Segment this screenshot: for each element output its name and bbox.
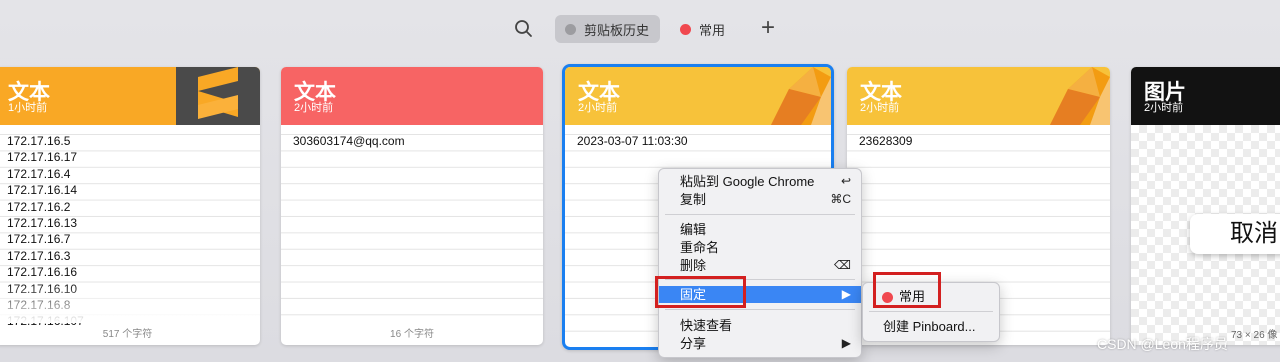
search-icon[interactable] <box>512 18 536 40</box>
card-body: 303603174@qq.com <box>281 125 543 323</box>
submenu-item-create-pinboard[interactable]: 创建 Pinboard... <box>863 318 999 335</box>
card-time: 1小时前 <box>8 102 48 114</box>
tab-common[interactable]: 常用 <box>670 15 740 43</box>
menu-item-paste[interactable]: 粘贴到 Google Chrome ↩ <box>659 173 861 190</box>
card-footer: 517 个字符 <box>102 329 153 340</box>
chrome-icon <box>1020 67 1110 125</box>
menu-item-label: 复制 <box>680 192 707 207</box>
image-dimensions: 73 × 26 像 <box>1231 330 1278 341</box>
card-footer: 16 个字符 <box>390 329 434 340</box>
menu-item-quick-look[interactable]: 快速查看 <box>659 317 861 334</box>
menu-item-label: 删除 <box>680 258 707 273</box>
menu-separator <box>665 309 855 310</box>
menu-item-rename[interactable]: 重命名 <box>659 239 861 256</box>
menu-item-label: 重命名 <box>680 240 720 255</box>
menu-item-delete[interactable]: 删除 ⌫ <box>659 257 861 274</box>
card-header: 图片 2小时前 <box>1131 67 1280 125</box>
delete-key-icon: ⌫ <box>834 258 851 272</box>
watermark: CSDN @Leon程序员 <box>1097 336 1228 352</box>
card-time: 2小时前 <box>1144 102 1184 114</box>
card-header: 文本 1小时前 <box>0 67 260 125</box>
context-menu: 粘贴到 Google Chrome ↩ 复制 ⌘C 编辑 重命名 删除 ⌫ 固定… <box>658 168 862 358</box>
clip-card-image[interactable]: 图片 2小时前 <box>1131 67 1280 345</box>
sublime-text-icon <box>176 67 260 125</box>
image-preview-cancel-button: 取消 <box>1190 214 1280 254</box>
chevron-right-icon: ▶ <box>841 287 851 301</box>
toolbar: 剪贴板历史 常用 + <box>0 15 1280 43</box>
menu-item-label: 粘贴到 Google Chrome <box>680 174 815 189</box>
fade-overlay <box>0 283 260 323</box>
shortcut-label: ⌘C <box>830 192 851 206</box>
tab-label: 剪贴板历史 <box>584 22 650 38</box>
submenu-item-label: 创建 Pinboard... <box>883 319 976 334</box>
menu-item-edit[interactable]: 编辑 <box>659 221 861 238</box>
card-header: 文本 2小时前 <box>281 67 543 125</box>
chevron-right-icon: ▶ <box>841 336 851 350</box>
menu-separator <box>665 214 855 215</box>
return-icon: ↩ <box>840 174 851 188</box>
card-time: 2小时前 <box>860 102 900 114</box>
menu-item-label: 编辑 <box>680 222 707 237</box>
card-time: 2小时前 <box>578 102 618 114</box>
menu-item-label: 分享 <box>680 336 707 351</box>
tab-dot-icon <box>565 23 576 35</box>
card-time: 2小时前 <box>294 102 334 114</box>
card-header: 文本 2小时前 <box>565 67 831 125</box>
card-content: 2023-03-07 11:03:30 <box>577 134 688 148</box>
menu-item-label: 快速查看 <box>680 318 733 333</box>
card-content: 23628309 <box>859 134 913 148</box>
menu-separator <box>869 311 993 312</box>
tab-dot-icon <box>680 23 691 35</box>
card-content: 303603174@qq.com <box>293 134 405 148</box>
chrome-icon <box>741 67 831 125</box>
plus-icon[interactable]: + <box>757 16 779 40</box>
tab-label: 常用 <box>699 22 726 38</box>
menu-item-share[interactable]: 分享 ▶ <box>659 335 861 352</box>
clip-card[interactable]: 文本 1小时前 172.17.16.5 172.17.16.17 172.17.… <box>0 67 260 345</box>
clip-card[interactable]: 文本 2小时前 303603174@qq.com 16 个字符 <box>281 67 543 345</box>
menu-item-copy[interactable]: 复制 ⌘C <box>659 191 861 208</box>
annotation-box <box>655 276 746 308</box>
tab-clipboard-history[interactable]: 剪贴板历史 <box>555 15 660 43</box>
annotation-box <box>873 272 941 308</box>
card-header: 文本 2小时前 <box>847 67 1110 125</box>
